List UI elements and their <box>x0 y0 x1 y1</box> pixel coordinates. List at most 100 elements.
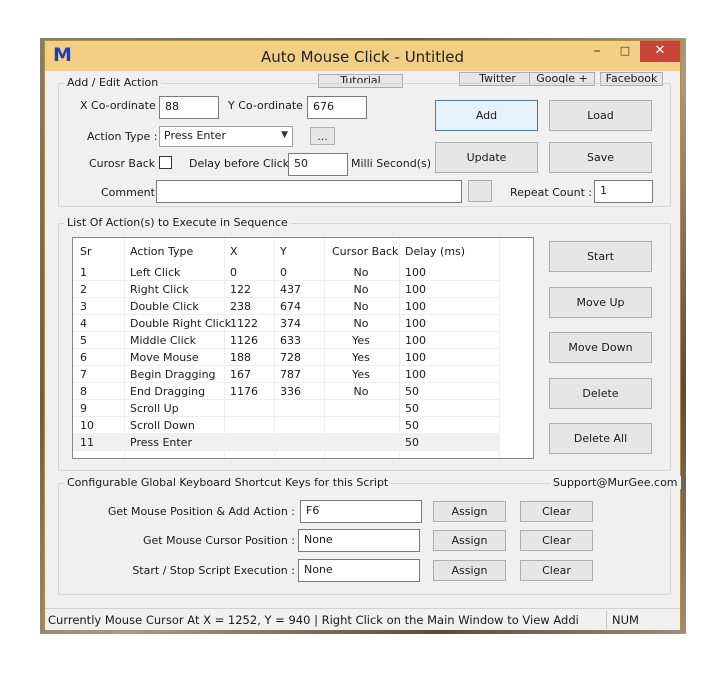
title-bar[interactable]: M Auto Mouse Click - Untitled – □ ✕ <box>45 41 680 71</box>
action-table[interactable]: Sr Action Type X Y Cursor Back Delay (ms… <box>72 237 534 459</box>
browse-button[interactable]: ... <box>310 127 335 145</box>
update-button[interactable]: Update <box>435 142 538 173</box>
cell-delay: 100 <box>405 368 426 381</box>
table-row[interactable]: 6 Move Mouse 188 728 Yes 100 <box>73 349 500 366</box>
table-row[interactable]: 4 Double Right Click 1122 374 No 100 <box>73 315 500 332</box>
cell-cursor-back: Yes <box>352 334 370 347</box>
delay-input[interactable]: 50 <box>288 153 348 176</box>
cell-sr: 3 <box>80 300 87 313</box>
move-up-button[interactable]: Move Up <box>549 287 652 318</box>
cell-delay: 100 <box>405 351 426 364</box>
cell-delay: 100 <box>405 334 426 347</box>
cell-action-type: Move Mouse <box>130 351 199 364</box>
cell-y: 728 <box>280 351 301 364</box>
cursor-back-checkbox[interactable] <box>159 156 172 169</box>
cell-cursor-back: Yes <box>352 351 370 364</box>
cell-cursor-back: No <box>353 385 369 398</box>
add-button[interactable]: Add <box>435 100 538 131</box>
clear-button-add-action[interactable]: Clear <box>520 501 593 522</box>
shortcut-label-start-stop: Start / Stop Script Execution : <box>132 564 295 577</box>
action-type-select[interactable]: Press Enter ▼ <box>159 126 293 147</box>
cell-action-type: Middle Click <box>130 334 197 347</box>
table-row[interactable]: 3 Double Click 238 674 No 100 <box>73 298 500 315</box>
x-coordinate-input[interactable]: 88 <box>159 96 219 119</box>
cell-sr: 4 <box>80 317 87 330</box>
table-row[interactable]: 9 Scroll Up 50 <box>73 400 500 417</box>
action-type-value: Press Enter <box>164 129 226 142</box>
status-bar: Currently Mouse Cursor At X = 1252, Y = … <box>45 608 680 630</box>
maximize-button[interactable]: □ <box>612 41 638 62</box>
cell-sr: 2 <box>80 283 87 296</box>
delete-all-button[interactable]: Delete All <box>549 423 652 454</box>
load-button[interactable]: Load <box>549 100 652 131</box>
cell-y: 336 <box>280 385 301 398</box>
delay-unit-label: Milli Second(s) <box>351 157 432 170</box>
header-y[interactable]: Y <box>280 245 287 258</box>
delete-button[interactable]: Delete <box>549 378 652 409</box>
cell-action-type: Begin Dragging <box>130 368 216 381</box>
table-row[interactable]: 1 Left Click 0 0 No 100 <box>73 264 500 281</box>
table-row[interactable]: 10 Scroll Down 50 <box>73 417 500 434</box>
header-action-type[interactable]: Action Type <box>130 245 193 258</box>
cell-sr: 1 <box>80 266 87 279</box>
table-row[interactable]: 7 Begin Dragging 167 787 Yes 100 <box>73 366 500 383</box>
chevron-down-icon: ▼ <box>281 130 288 140</box>
assign-button-cursor-position[interactable]: Assign <box>433 530 506 551</box>
cell-y: 0 <box>280 266 287 279</box>
status-text: Currently Mouse Cursor At X = 1252, Y = … <box>48 613 578 627</box>
num-lock-indicator: NUM <box>612 613 639 627</box>
shortcut-input-cursor-position[interactable]: None <box>298 529 420 552</box>
cell-action-type: Press Enter <box>130 436 192 449</box>
cell-cursor-back: No <box>353 283 369 296</box>
table-row[interactable]: 2 Right Click 122 437 No 100 <box>73 281 500 298</box>
comment-extra-button[interactable] <box>468 180 492 202</box>
y-coordinate-input[interactable]: 676 <box>307 96 367 119</box>
cell-cursor-back: No <box>353 317 369 330</box>
cell-delay: 50 <box>405 402 419 415</box>
start-button[interactable]: Start <box>549 241 652 272</box>
assign-button-add-action[interactable]: Assign <box>433 501 506 522</box>
assign-button-start-stop[interactable]: Assign <box>433 560 506 581</box>
cell-sr: 11 <box>80 436 94 449</box>
repeat-count-label: Repeat Count : <box>510 186 593 199</box>
add-edit-group-title: Add / Edit Action <box>64 76 162 89</box>
save-button[interactable]: Save <box>549 142 652 173</box>
minimize-button[interactable]: – <box>584 41 610 62</box>
cell-action-type: Scroll Up <box>130 402 179 415</box>
cell-x: 238 <box>230 300 251 313</box>
header-x[interactable]: X <box>230 245 238 258</box>
x-coordinate-label: X Co-ordinate : <box>80 99 163 112</box>
shortcut-input-add-action[interactable]: F6 <box>300 500 422 523</box>
cell-action-type: Double Right Click <box>130 317 232 330</box>
support-email-link[interactable]: Support@MurGee.com <box>550 476 681 489</box>
cell-x: 1122 <box>230 317 258 330</box>
close-button[interactable]: ✕ <box>640 41 680 62</box>
table-row[interactable]: 8 End Dragging 1176 336 No 50 <box>73 383 500 400</box>
cell-delay: 50 <box>405 436 419 449</box>
action-type-label: Action Type : <box>87 130 158 143</box>
header-sr[interactable]: Sr <box>80 245 92 258</box>
cell-delay: 100 <box>405 283 426 296</box>
delay-label: Delay before Click : <box>189 157 297 170</box>
table-row[interactable]: 5 Middle Click 1126 633 Yes 100 <box>73 332 500 349</box>
comment-input[interactable] <box>156 180 462 203</box>
cell-cursor-back: No <box>353 266 369 279</box>
clear-button-cursor-position[interactable]: Clear <box>520 530 593 551</box>
cell-y: 374 <box>280 317 301 330</box>
cell-action-type: Double Click <box>130 300 199 313</box>
table-row[interactable]: 11 Press Enter 50 <box>73 434 500 451</box>
move-down-button[interactable]: Move Down <box>549 332 652 363</box>
clear-button-start-stop[interactable]: Clear <box>520 560 593 581</box>
header-cursor-back[interactable]: Cursor Back <box>332 245 398 258</box>
cell-delay: 100 <box>405 300 426 313</box>
shortcut-input-start-stop[interactable]: None <box>298 559 420 582</box>
cell-x: 167 <box>230 368 251 381</box>
cell-x: 0 <box>230 266 237 279</box>
cell-y: 674 <box>280 300 301 313</box>
cell-x: 188 <box>230 351 251 364</box>
cell-sr: 10 <box>80 419 94 432</box>
cell-cursor-back: No <box>353 300 369 313</box>
header-delay[interactable]: Delay (ms) <box>405 245 465 258</box>
repeat-count-input[interactable]: 1 <box>594 180 653 203</box>
cell-action-type: Scroll Down <box>130 419 195 432</box>
